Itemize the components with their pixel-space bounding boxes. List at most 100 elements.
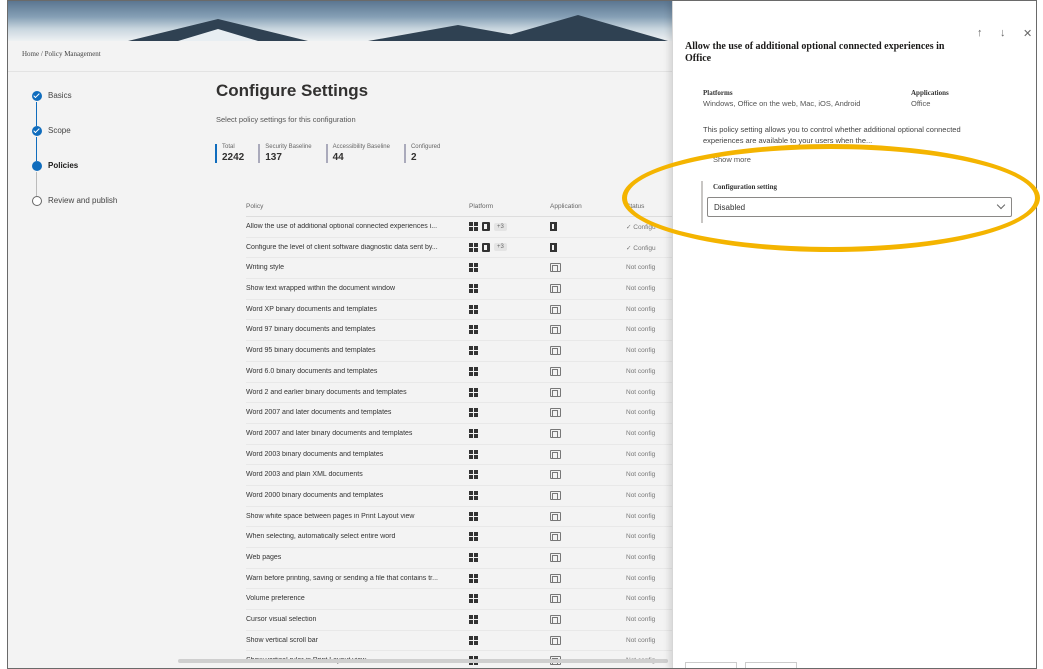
policy-name[interactable]: Show text wrapped within the document wi…	[246, 285, 468, 292]
platform-cell	[469, 490, 478, 500]
policy-name[interactable]: Show white space between pages in Print …	[246, 513, 468, 520]
step-basics[interactable]: Basics	[30, 91, 117, 126]
table-row[interactable]: Word XP binary documents and templates No…	[246, 300, 676, 321]
column-header-application[interactable]: Application	[550, 203, 582, 210]
table-row[interactable]: Word 2 and earlier binary documents and …	[246, 383, 676, 404]
application-cell	[550, 346, 561, 357]
stat-configured[interactable]: Configured 2	[403, 144, 440, 163]
applications-value: Office	[911, 99, 931, 108]
policy-name[interactable]: Word 2 and earlier binary documents and …	[246, 389, 468, 396]
column-header-policy[interactable]: Policy	[246, 203, 263, 210]
application-cell	[550, 366, 561, 378]
close-icon[interactable]: ✕	[1023, 27, 1032, 40]
table-header: Policy Platform Application Status	[246, 199, 676, 217]
next-arrow-icon[interactable]: ↓	[1000, 27, 1006, 39]
page-subtitle: Select policy settings for this configur…	[216, 115, 356, 124]
table-row[interactable]: Configure the level of client software d…	[246, 238, 676, 259]
policy-table: Policy Platform Application Status Allow…	[246, 199, 676, 668]
policy-name[interactable]: Word 97 binary documents and templates	[246, 326, 468, 333]
windows-icon	[469, 304, 478, 314]
chevron-down-icon	[996, 200, 1006, 210]
table-row[interactable]: When selecting, automatically select ent…	[246, 527, 676, 548]
application-cell	[550, 511, 561, 523]
step-connector	[36, 102, 37, 126]
table-row[interactable]: Writing style Not config	[246, 258, 676, 280]
table-row[interactable]: Word 2003 binary documents and templates…	[246, 445, 676, 466]
previous-arrow-icon[interactable]: ↑	[977, 27, 983, 39]
stat-accessibility-baseline[interactable]: Accessibility Baseline 44	[325, 144, 390, 163]
stat-total: Total 2242	[215, 144, 244, 163]
show-more-link[interactable]: Show more	[713, 155, 751, 164]
breadcrumb-separator: /	[40, 50, 43, 58]
table-row[interactable]: Show text wrapped within the document wi…	[246, 279, 676, 300]
panel-footer-buttons	[685, 662, 797, 668]
status-cell: Not config	[626, 305, 656, 313]
word-app-icon	[550, 490, 561, 500]
policy-name[interactable]: Show vertical scroll bar	[246, 637, 468, 644]
table-row[interactable]: Volume preference Not config	[246, 589, 676, 611]
application-cell	[550, 553, 561, 564]
footer-button[interactable]	[685, 662, 737, 668]
step-label: Basics	[48, 91, 72, 100]
status-cell: Not config	[626, 554, 656, 561]
platform-cell	[469, 449, 478, 459]
breadcrumb-current[interactable]: Policy Management	[45, 50, 101, 58]
policy-name[interactable]: When selecting, automatically select ent…	[246, 533, 468, 540]
table-row[interactable]: Allow the use of additional optional con…	[246, 217, 676, 238]
table-row[interactable]: Word 2007 and later binary documents and…	[246, 424, 676, 445]
policy-name[interactable]: Volume preference	[246, 595, 468, 602]
stats-bar: Total 2242 Security Baseline 137 Accessi…	[215, 144, 440, 163]
policy-name[interactable]: Cursor visual selection	[246, 616, 468, 623]
policy-name[interactable]: Word XP binary documents and templates	[246, 306, 468, 313]
table-row[interactable]: Word 95 binary documents and templates No…	[246, 341, 676, 362]
footer-button[interactable]	[745, 662, 797, 668]
step-scope[interactable]: Scope	[30, 126, 117, 161]
horizontal-scrollbar[interactable]	[178, 659, 668, 663]
policy-name[interactable]: Word 95 binary documents and templates	[246, 347, 468, 354]
table-row[interactable]: Word 97 binary documents and templates No…	[246, 320, 676, 342]
more-platforms-badge: +3	[494, 222, 507, 231]
policy-name[interactable]: Configure the level of client software d…	[246, 244, 468, 251]
step-label: Policies	[48, 161, 79, 170]
breadcrumb-home[interactable]: Home	[22, 50, 39, 58]
table-row[interactable]: Word 6.0 binary documents and templates N…	[246, 362, 676, 383]
policy-name[interactable]: Word 2003 binary documents and templates	[246, 451, 468, 458]
status-cell: Not config	[626, 533, 656, 541]
table-row[interactable]: Show vertical scroll bar Not config	[246, 631, 676, 652]
table-row[interactable]: Warn before printing, saving or sending …	[246, 569, 676, 590]
table-row[interactable]: Cursor visual selection Not config	[246, 610, 676, 631]
office-app-icon	[550, 222, 557, 231]
policy-name[interactable]: Web pages	[246, 554, 468, 561]
step-review[interactable]: Review and publish	[30, 196, 117, 231]
stat-security-baseline[interactable]: Security Baseline 137	[258, 144, 312, 163]
policy-detail-panel: ↑ ↓ ✕ Allow the use of additional option…	[672, 1, 1036, 668]
column-header-status[interactable]: Status	[626, 203, 644, 210]
more-platforms-badge: +3	[494, 243, 507, 252]
policy-name[interactable]: Word 2000 binary documents and templates	[246, 492, 468, 499]
windows-icon	[469, 428, 478, 438]
policy-name[interactable]: Word 2003 and plain XML documents	[246, 471, 468, 478]
status-cell: Not config	[626, 326, 656, 334]
application-cell	[550, 387, 561, 399]
policy-name[interactable]: Allow the use of additional optional con…	[246, 223, 468, 230]
breadcrumb: Home / Policy Management	[22, 50, 101, 58]
column-header-platform[interactable]: Platform	[469, 203, 493, 210]
step-check-icon	[32, 91, 42, 101]
policy-name[interactable]: Warn before printing, saving or sending …	[246, 575, 468, 582]
policy-name[interactable]: Word 6.0 binary documents and templates	[246, 368, 468, 375]
table-row[interactable]: Word 2007 and later documents and templa…	[246, 403, 676, 424]
policy-name[interactable]: Word 2007 and later binary documents and…	[246, 430, 468, 437]
table-row[interactable]: Word 2000 binary documents and templates…	[246, 486, 676, 507]
table-row[interactable]: Web pages Not config	[246, 548, 676, 569]
policy-name[interactable]: Writing style	[246, 264, 468, 271]
table-row[interactable]: Show white space between pages in Print …	[246, 507, 676, 528]
word-app-icon	[550, 553, 561, 562]
policy-name[interactable]: Word 2007 and later documents and templa…	[246, 409, 468, 416]
windows-icon	[469, 222, 478, 231]
word-app-icon	[550, 284, 561, 294]
stat-value: 2242	[222, 152, 245, 163]
step-policies[interactable]: Policies	[30, 161, 117, 196]
table-row[interactable]: Word 2003 and plain XML documents Not con…	[246, 465, 676, 486]
configuration-setting-dropdown[interactable]: Disabled	[707, 197, 1012, 217]
platform-cell	[469, 573, 478, 583]
